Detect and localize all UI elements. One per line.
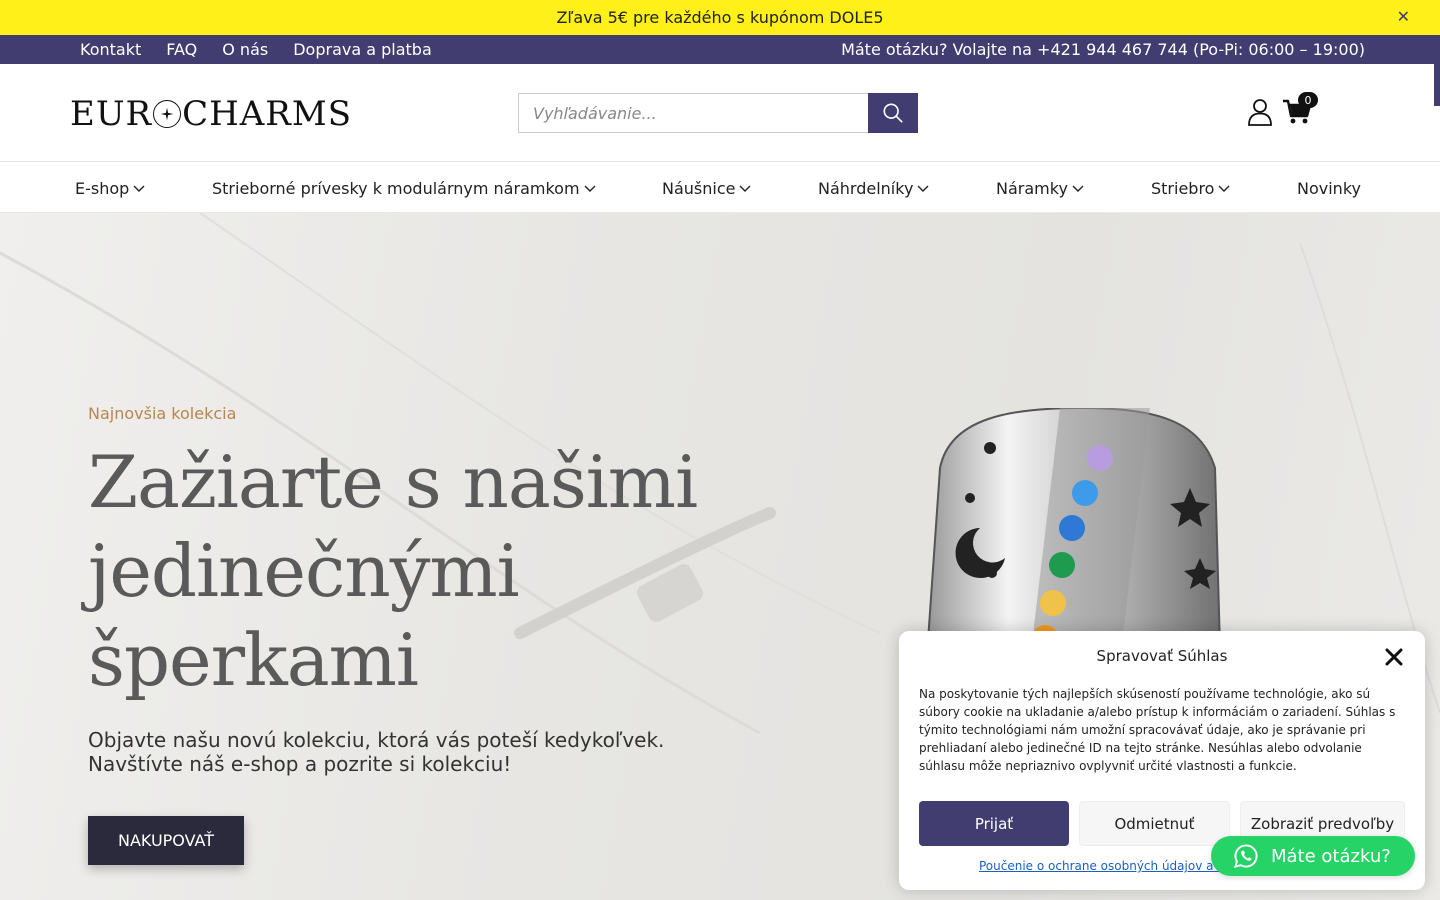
top-nav: Kontakt FAQ O nás Doprava a platba Máte … (0, 35, 1440, 64)
nav-item-nausnice[interactable]: Náušnice (662, 179, 751, 198)
search-icon (883, 103, 903, 123)
top-nav-links: Kontakt FAQ O nás Doprava a platba (80, 40, 432, 59)
cookie-deny-button[interactable]: Odmietnuť (1079, 801, 1230, 846)
user-icon[interactable] (1247, 98, 1273, 126)
scrollbar-thumb[interactable] (1434, 64, 1440, 106)
close-icon[interactable] (1384, 647, 1404, 667)
promo-text: Zľava 5€ pre každého s kupónom DOLE5 (556, 8, 884, 27)
promo-bar: Zľava 5€ pre každého s kupónom DOLE5 ✕ (0, 0, 1440, 35)
chevron-down-icon (1218, 185, 1230, 192)
chevron-down-icon (584, 185, 596, 192)
hero-subtitle-line-1: Objavte našu novú kolekciu, ktorá vás po… (88, 728, 665, 752)
chevron-down-icon (739, 185, 751, 192)
cookie-accept-button[interactable]: Prijať (919, 801, 1069, 846)
cookie-title: Spravovať Súhlas (1096, 647, 1228, 665)
nav-label: Striebro (1151, 179, 1215, 198)
logo-text-left: EUR (70, 94, 153, 134)
chevron-down-icon (917, 185, 929, 192)
main-nav: E-shop Strieborné prívesky k modulárnym … (0, 161, 1440, 213)
shop-now-button[interactable]: NAKUPOVAŤ (88, 816, 244, 865)
nav-item-novinky[interactable]: Novinky (1297, 179, 1361, 198)
hero-title: Zažiarte s našimi jedinečnými šperkami (88, 440, 698, 702)
nav-item-privesky[interactable]: Strieborné prívesky k modulárnym náramko… (212, 179, 596, 198)
whatsapp-label: Máte otázku? (1271, 845, 1391, 867)
logo-text-right: CHARMS (182, 94, 353, 134)
logo[interactable]: EUR CHARMS (70, 94, 352, 134)
chevron-down-icon (133, 185, 145, 192)
top-nav-faq[interactable]: FAQ (166, 40, 197, 59)
nav-label: Náušnice (662, 179, 736, 198)
whatsapp-icon (1234, 844, 1258, 868)
chevron-down-icon (1072, 185, 1084, 192)
nav-label: Náramky (996, 179, 1068, 198)
nav-item-nahrdelniky[interactable]: Náhrdelníky (818, 179, 929, 198)
nav-label: Strieborné prívesky k modulárnym náramko… (212, 179, 580, 198)
promo-close-icon[interactable]: ✕ (1397, 7, 1410, 26)
whatsapp-chat-button[interactable]: Máte otázku? (1211, 836, 1415, 876)
nav-label: Náhrdelníky (818, 179, 914, 198)
logo-star-icon (153, 100, 182, 128)
nav-item-e-shop[interactable]: E-shop (75, 179, 145, 198)
hero-tagline: Najnovšia kolekcia (88, 404, 237, 423)
cart-count-badge: 0 (1298, 92, 1318, 108)
nav-label: E-shop (75, 179, 130, 198)
search-input[interactable] (518, 93, 868, 133)
cookie-text: Na poskytovanie tých najlepších skúsenos… (919, 687, 1396, 773)
nav-item-naramky[interactable]: Náramky (996, 179, 1084, 198)
top-nav-doprava[interactable]: Doprava a platba (293, 40, 432, 59)
hero-subtitle-line-2: Navštívte náš e-shop a pozrite si kolekc… (88, 752, 512, 776)
search-button[interactable] (868, 93, 918, 133)
top-nav-o-nas[interactable]: O nás (222, 40, 268, 59)
top-nav-kontakt[interactable]: Kontakt (80, 40, 141, 59)
hero-subtitle: Objavte našu novú kolekciu, ktorá vás po… (88, 728, 728, 776)
header: EUR CHARMS 0 (0, 64, 1440, 161)
nav-item-striebro[interactable]: Striebro (1151, 179, 1230, 198)
contact-phone: Máte otázku? Volajte na +421 944 467 744… (841, 40, 1365, 59)
nav-label: Novinky (1297, 179, 1361, 198)
